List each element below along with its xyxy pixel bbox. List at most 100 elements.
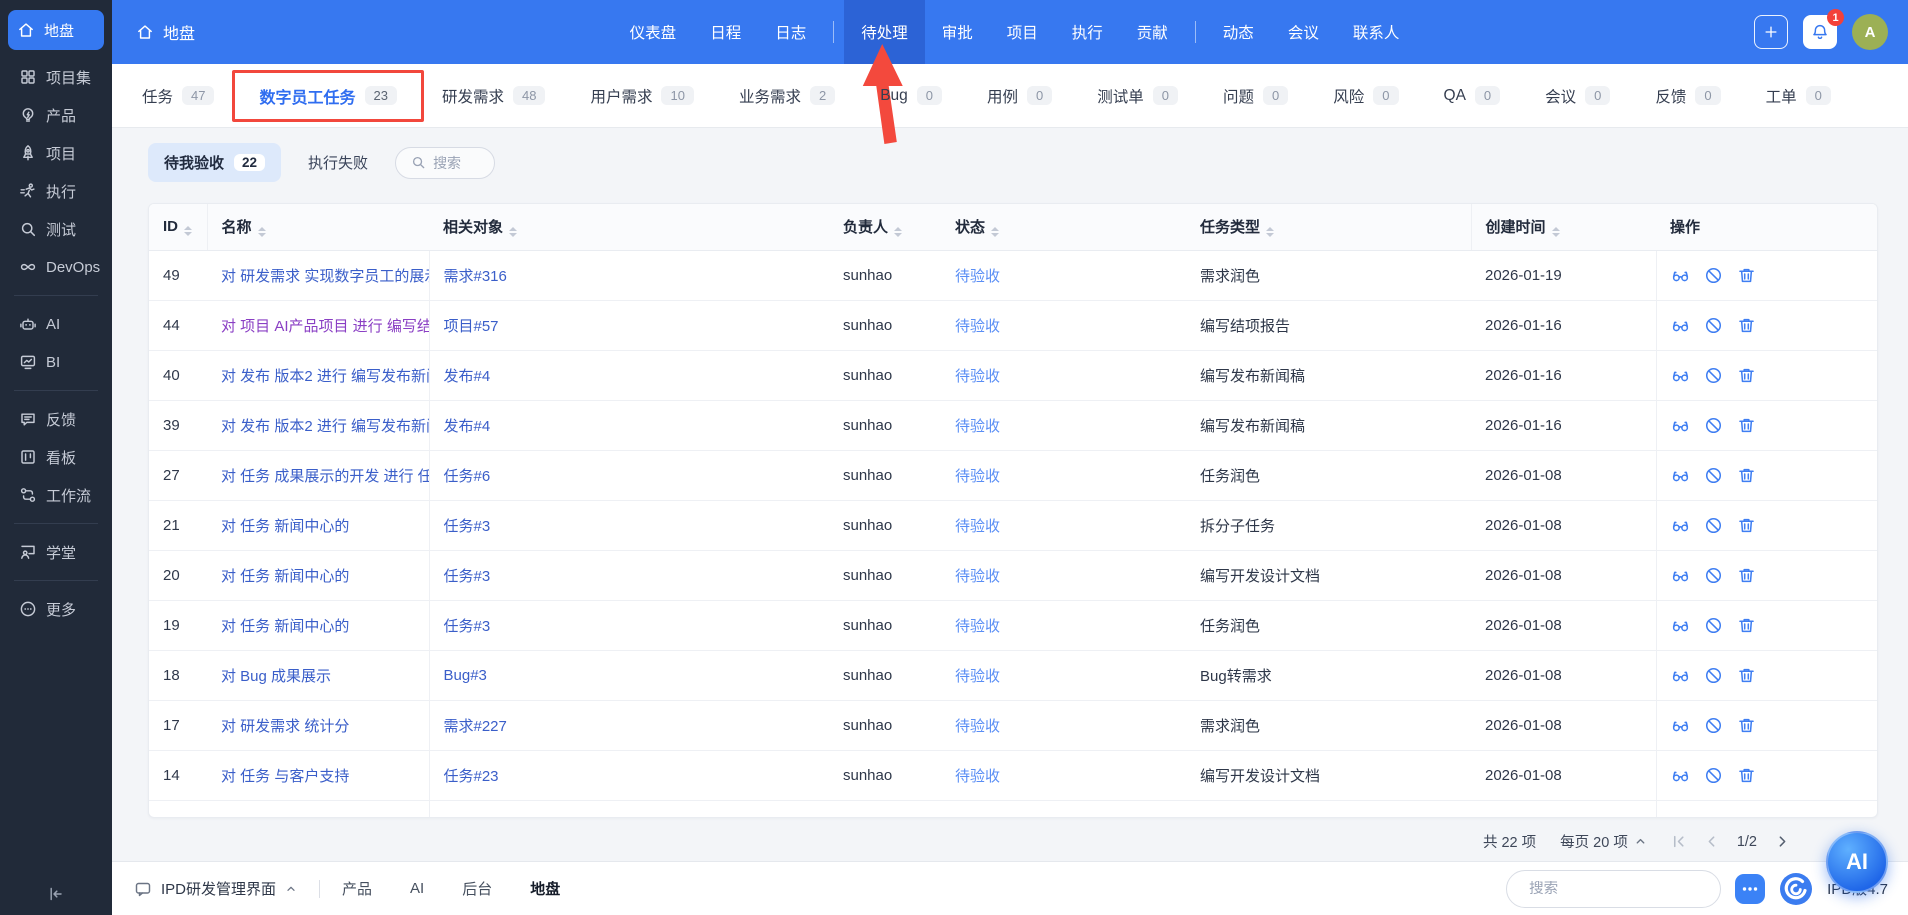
cell-related-object-link[interactable]: 需求#227	[444, 718, 507, 735]
nav-item[interactable]: 日程	[693, 0, 758, 64]
nav-item[interactable]: 仪表盘	[613, 0, 694, 64]
footer-link[interactable]: 产品	[342, 878, 372, 899]
cell-related-object-link[interactable]: Bug#3	[444, 667, 487, 684]
entity-tab[interactable]: QA 0	[1444, 86, 1501, 105]
review-glasses-icon[interactable]	[1671, 416, 1690, 435]
global-search-box[interactable]	[1506, 870, 1721, 908]
sort-toggle[interactable]	[1552, 227, 1560, 237]
cancel-ban-icon[interactable]	[1704, 766, 1723, 785]
review-glasses-icon[interactable]	[1671, 266, 1690, 285]
next-page-button[interactable]	[1775, 834, 1790, 849]
delete-trash-icon[interactable]	[1737, 416, 1756, 435]
entity-tab[interactable]: 反馈 0	[1655, 85, 1720, 107]
review-glasses-icon[interactable]	[1671, 766, 1690, 785]
nav-item[interactable]: 动态	[1206, 0, 1271, 64]
ai-assistant-fab[interactable]: AI	[1826, 831, 1888, 893]
delete-trash-icon[interactable]	[1737, 566, 1756, 585]
review-glasses-icon[interactable]	[1671, 616, 1690, 635]
column-header[interactable]: 任务类型	[1186, 204, 1471, 250]
cell-status[interactable]: 待验收	[955, 368, 1000, 385]
entity-tab[interactable]: 工单 0	[1766, 85, 1831, 107]
sidebar-item[interactable]: 产品	[10, 100, 102, 130]
entity-tab[interactable]: 业务需求 2	[739, 85, 835, 107]
sidebar-item[interactable]: DevOps	[10, 252, 102, 282]
entity-tab[interactable]: 风险 0	[1333, 85, 1398, 107]
cell-related-object-link[interactable]: 发布#4	[444, 368, 491, 385]
cell-status[interactable]: 待验收	[955, 268, 1000, 285]
entity-tab[interactable]: 测试单 0	[1097, 85, 1178, 107]
cell-related-object-link[interactable]: 任务#23	[444, 768, 499, 785]
app-switcher[interactable]: IPD研发管理界面	[134, 878, 297, 899]
sidebar-item[interactable]: 执行	[10, 176, 102, 206]
avatar[interactable]: A	[1852, 14, 1888, 50]
cell-related-object-link[interactable]: 发布#4	[444, 418, 491, 435]
entity-tab[interactable]: 会议 0	[1545, 85, 1610, 107]
notifications-button[interactable]: 1	[1803, 15, 1837, 49]
sidebar-collapse-button[interactable]	[0, 885, 112, 903]
sidebar-item[interactable]: 地盘	[8, 10, 104, 50]
review-glasses-icon[interactable]	[1671, 316, 1690, 335]
cancel-ban-icon[interactable]	[1704, 416, 1723, 435]
delete-trash-icon[interactable]	[1737, 466, 1756, 485]
sort-toggle[interactable]	[894, 227, 902, 237]
column-header[interactable]: 操作	[1656, 204, 1877, 250]
delete-trash-icon[interactable]	[1737, 266, 1756, 285]
review-glasses-icon[interactable]	[1671, 516, 1690, 535]
nav-item[interactable]: 审批	[925, 0, 990, 64]
sidebar-item[interactable]: 学堂	[10, 537, 102, 567]
add-button[interactable]	[1754, 15, 1788, 49]
search-input[interactable]	[433, 155, 479, 171]
cell-task-name-link[interactable]: 对 任务 新闻中心的	[221, 568, 349, 585]
cell-task-name-link[interactable]: 对 任务 与客户支持	[221, 768, 349, 785]
sort-toggle[interactable]	[509, 227, 517, 237]
cell-task-name-link[interactable]: 对 研发需求 统计分	[221, 718, 349, 735]
review-glasses-icon[interactable]	[1671, 666, 1690, 685]
sidebar-item[interactable]: 工作流	[10, 480, 102, 510]
sidebar-item[interactable]: 看板	[10, 442, 102, 472]
sidebar-item[interactable]: 更多	[10, 594, 102, 624]
sidebar-item[interactable]: BI	[10, 347, 102, 377]
cell-task-name-link[interactable]: 对 项目 AI产品项目 进行 编写结项报告	[221, 318, 429, 335]
sort-toggle[interactable]	[991, 227, 999, 237]
cell-related-object-link[interactable]: 任务#6	[444, 468, 491, 485]
global-search-input[interactable]	[1529, 881, 1716, 897]
column-header[interactable]: 负责人	[829, 204, 941, 250]
cell-status[interactable]: 待验收	[955, 718, 1000, 735]
entity-tab[interactable]: 研发需求 48	[442, 85, 545, 107]
cell-status[interactable]: 待验收	[955, 318, 1000, 335]
delete-trash-icon[interactable]	[1737, 316, 1756, 335]
footer-link[interactable]: 后台	[462, 878, 492, 899]
sidebar-item[interactable]: 测试	[10, 214, 102, 244]
filter-pending-acceptance[interactable]: 待我验收 22	[148, 143, 281, 182]
page-size-select[interactable]: 每页 20 项	[1560, 831, 1647, 852]
review-glasses-icon[interactable]	[1671, 566, 1690, 585]
delete-trash-icon[interactable]	[1737, 366, 1756, 385]
column-header[interactable]: ID	[149, 204, 207, 250]
cell-related-object-link[interactable]: 需求#316	[444, 268, 507, 285]
delete-trash-icon[interactable]	[1737, 516, 1756, 535]
review-glasses-icon[interactable]	[1671, 716, 1690, 735]
entity-tab[interactable]: 问题 0	[1223, 85, 1288, 107]
entity-tab[interactable]: Bug 0	[880, 86, 942, 105]
delete-trash-icon[interactable]	[1737, 616, 1756, 635]
column-header[interactable]: 创建时间	[1471, 204, 1656, 250]
entity-tab[interactable]: 用户需求 10	[590, 85, 693, 107]
column-header[interactable]: 状态	[941, 204, 1186, 250]
cell-task-name-link[interactable]: 对 发布 版本2 进行 编写发布新闻稿	[221, 368, 429, 385]
filter-execution-failed[interactable]: 执行失败	[308, 152, 368, 173]
cell-task-name-link[interactable]: 对 研发需求 实现数字员工的展示卡片 进行	[221, 268, 429, 285]
cancel-ban-icon[interactable]	[1704, 616, 1723, 635]
prev-page-button[interactable]	[1704, 834, 1719, 849]
nav-item[interactable]: 日志	[758, 0, 823, 64]
nav-item[interactable]: 联系人	[1336, 0, 1417, 64]
delete-trash-icon[interactable]	[1737, 716, 1756, 735]
review-glasses-icon[interactable]	[1671, 466, 1690, 485]
delete-trash-icon[interactable]	[1737, 666, 1756, 685]
footer-link[interactable]: AI	[410, 880, 424, 897]
cell-related-object-link[interactable]: 任务#3	[444, 518, 491, 535]
cell-related-object-link[interactable]: 项目#57	[444, 318, 499, 335]
column-header[interactable]: 名称	[207, 204, 429, 250]
cell-status[interactable]: 待验收	[955, 618, 1000, 635]
cell-status[interactable]: 待验收	[955, 568, 1000, 585]
cancel-ban-icon[interactable]	[1704, 466, 1723, 485]
